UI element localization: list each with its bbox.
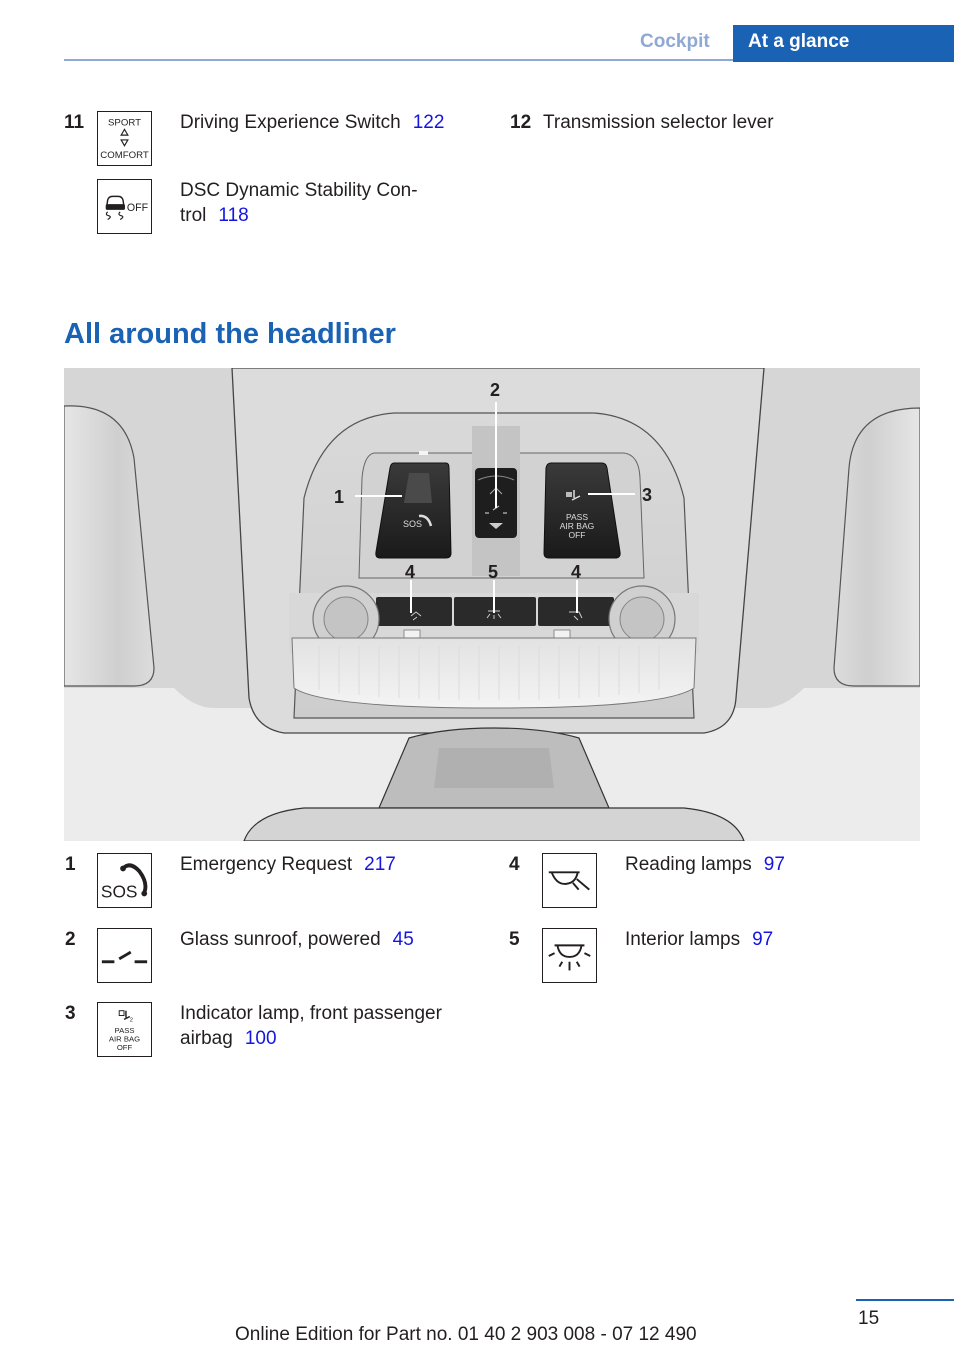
passenger-airbag-indicator: [543, 462, 621, 559]
header-chapter-tab[interactable]: At a glance: [733, 25, 954, 62]
legend-number-5: 5: [509, 929, 520, 950]
footer-rule: [856, 1299, 954, 1301]
sos-icon: SOS: [97, 853, 152, 908]
callout-5: 5: [488, 562, 498, 582]
sunroof-icon: [97, 928, 152, 983]
airbag-icon-text-3: OFF: [117, 1043, 133, 1052]
page-ref-link[interactable]: 122: [413, 112, 445, 133]
airbag-text-3: OFF: [569, 530, 586, 540]
callout-1: 1: [334, 487, 344, 507]
headliner-illustration: SOS PASS AIR BAG OFF 1 2 3 4 5 4: [64, 368, 920, 841]
page-ref-link[interactable]: 217: [364, 854, 396, 875]
legend-number-4: 4: [509, 854, 520, 875]
legend-item-2-label: Glass sunroof, powered 45: [180, 927, 414, 952]
interior-light-lens: [291, 637, 697, 709]
page-ref-link[interactable]: 97: [752, 929, 773, 950]
page-ref-link[interactable]: 97: [764, 854, 785, 875]
icon-text-sport: SPORT: [108, 117, 141, 128]
reading-lamps-label: Reading lamps: [625, 854, 752, 875]
legend-item-5-label: Interior lamps 97: [625, 927, 773, 952]
legend-number-2: 2: [65, 929, 76, 950]
airbag-label-line-2: airbag: [180, 1028, 233, 1049]
item-11-dsc-label: DSC Dynamic Stability Con- trol 118: [180, 178, 418, 228]
icon-text-comfort: COMFORT: [100, 150, 149, 161]
airbag-icon-text-2: AIR BAG: [109, 1035, 140, 1044]
dsc-label-line-1: DSC Dynamic Stability Con-: [180, 180, 418, 201]
dsc-off-icon: OFF: [97, 179, 152, 234]
airbag-label-line-1: Indicator lamp, front passenger: [180, 1003, 442, 1024]
page-ref-link[interactable]: 118: [218, 205, 248, 226]
callout-2: 2: [490, 380, 500, 400]
dsc-label-line-2: trol: [180, 205, 207, 226]
sos-button-text: SOS: [403, 519, 422, 529]
legend-item-3-label: Indicator lamp, front passenger airbag 10…: [180, 1001, 442, 1051]
sos-icon-text: SOS: [101, 881, 138, 901]
airbag-icon-text-1: PASS: [115, 1026, 135, 1035]
callout-3: 3: [642, 485, 652, 505]
glass-sunroof-label: Glass sunroof, powered: [180, 929, 381, 950]
page-ref-link[interactable]: 100: [245, 1028, 277, 1049]
section-title: All around the headliner: [64, 318, 396, 350]
legend-number-3: 3: [65, 1003, 76, 1024]
interior-lamps-label: Interior lamps: [625, 929, 741, 950]
item-number-11: 11: [64, 112, 85, 133]
driving-experience-switch-label: Driving Experience Switch: [180, 112, 401, 133]
driving-experience-switch-icon: SPORT COMFORT: [97, 111, 152, 166]
callout-4-left: 4: [405, 562, 415, 582]
header-section-cockpit[interactable]: Cockpit: [640, 31, 710, 53]
item-number-12: 12: [510, 112, 532, 133]
passenger-airbag-off-icon: 2 PASS AIR BAG OFF: [97, 1002, 152, 1057]
callout-4-right: 4: [571, 562, 581, 582]
transmission-selector-label: Transmission selector lever: [543, 112, 774, 133]
page-number: 15: [858, 1308, 880, 1329]
legend-number-1: 1: [65, 854, 76, 875]
page-ref-link[interactable]: 45: [393, 929, 414, 950]
legend-item-1-label: Emergency Request 217: [180, 852, 396, 877]
legend-item-4-label: Reading lamps 97: [625, 852, 785, 877]
icon-text-off: OFF: [127, 202, 149, 214]
header-rule: [64, 59, 734, 61]
footer-edition-text: Online Edition for Part no. 01 40 2 903 …: [235, 1324, 697, 1345]
svg-text:2: 2: [130, 1017, 133, 1023]
interior-lamp-icon: [542, 928, 597, 983]
emergency-request-label: Emergency Request: [180, 854, 353, 875]
item-11-label: Driving Experience Switch 122: [180, 110, 444, 135]
reading-lamp-icon: [542, 853, 597, 908]
